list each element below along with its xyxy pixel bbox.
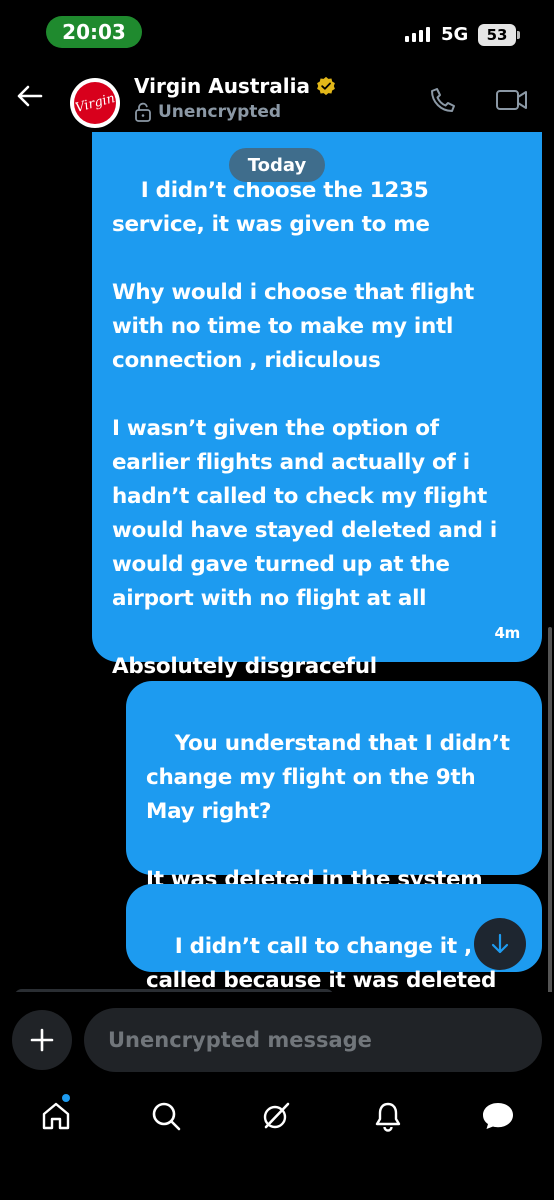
message-bubble[interactable]: You understand that I didn’t change my f… [126, 681, 542, 892]
grok-icon [263, 1102, 290, 1129]
avatar[interactable]: Virgin [70, 78, 120, 128]
avatar-logo-text: Virgin [73, 90, 117, 116]
message-text: I didn’t call to change it , i called be… [146, 934, 497, 992]
nav-messages[interactable] [478, 1096, 518, 1136]
date-divider: Today [229, 148, 325, 182]
nav-home[interactable] [36, 1094, 76, 1136]
conversation-header: Virgin Virgin Australia Unencrypted [0, 62, 554, 132]
virgin-logo-icon: Virgin [74, 82, 116, 124]
message-text: I didn’t choose the 1235 service, it was… [112, 178, 497, 679]
network-type: 5G [441, 24, 469, 45]
bell-icon [375, 1102, 401, 1132]
phone-icon[interactable] [425, 82, 461, 118]
nav-grok[interactable] [256, 1096, 296, 1136]
unlock-icon [135, 102, 151, 122]
message-composer [0, 1004, 554, 1076]
status-time: 20:03 [46, 16, 142, 48]
search-icon [152, 1102, 181, 1131]
encryption-status: Unencrypted [134, 102, 281, 122]
message-list[interactable]: I didn’t choose the 1235 service, it was… [0, 132, 554, 992]
arrow-down-icon [491, 933, 509, 954]
contact-name[interactable]: Virgin Australia [134, 74, 336, 98]
scrollbar[interactable] [548, 627, 552, 992]
bottom-navigation [0, 1084, 554, 1150]
nav-notifications[interactable] [368, 1096, 408, 1136]
battery-icon: 53 [478, 24, 520, 46]
signal-icon [405, 26, 430, 42]
back-arrow-icon[interactable] [14, 76, 46, 116]
plus-icon [30, 1028, 54, 1052]
incoming-message-preview [14, 989, 334, 992]
notification-dot [62, 1094, 70, 1102]
message-text: You understand that I didn’t change my f… [146, 731, 510, 892]
add-attachment-button[interactable] [12, 1010, 72, 1070]
scroll-to-bottom-button[interactable] [474, 918, 526, 970]
home-icon [42, 1102, 70, 1130]
contact-name-text: Virgin Australia [134, 74, 310, 98]
message-bubble[interactable]: I didn’t choose the 1235 service, it was… [92, 132, 542, 679]
messages-icon [483, 1103, 513, 1129]
message-timestamp: 4m [494, 624, 521, 642]
verified-badge-icon [317, 76, 335, 96]
encryption-status-text: Unencrypted [158, 102, 282, 122]
battery-level: 53 [486, 26, 508, 44]
video-camera-icon[interactable] [494, 82, 530, 118]
nav-search[interactable] [146, 1096, 186, 1136]
status-bar: 20:03 5G 53 [0, 0, 554, 62]
message-input[interactable] [84, 1008, 542, 1072]
